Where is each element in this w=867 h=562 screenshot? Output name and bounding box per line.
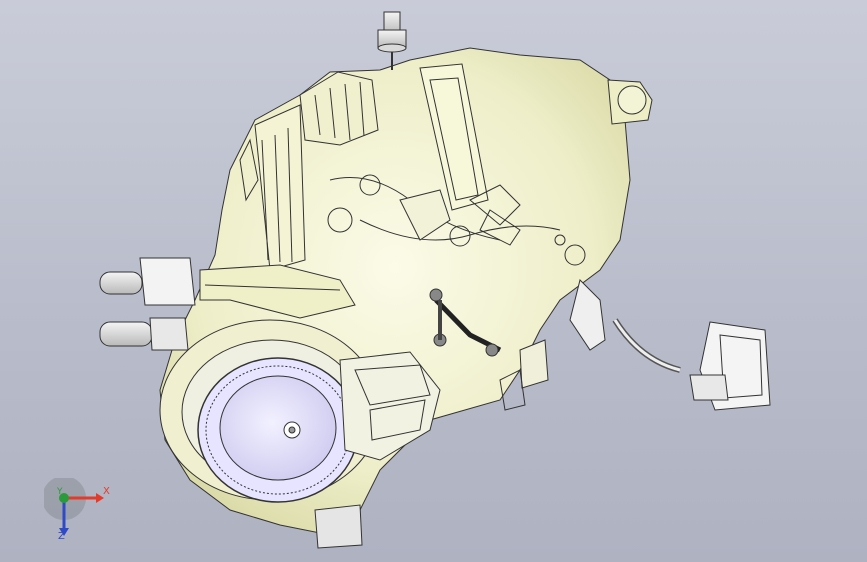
x-axis-label: X xyxy=(103,486,110,497)
cad-graphics-viewport[interactable]: X Y Z xyxy=(0,0,867,562)
z-axis-label: Z xyxy=(58,531,65,542)
y-axis-label: Y xyxy=(57,487,63,497)
hvac-blower-assembly-icon[interactable] xyxy=(0,0,867,562)
